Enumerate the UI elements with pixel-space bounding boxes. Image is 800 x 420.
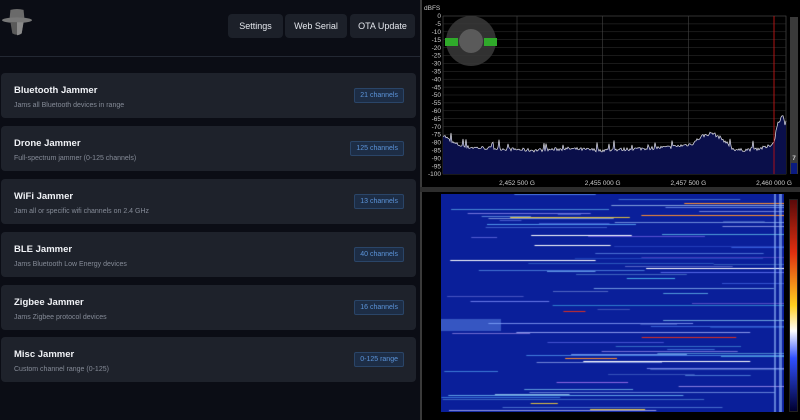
spectrum-panel: dBFS 0 -5 -10 -15 -20 -25 -30 -35 -40 -45 -50 -55 -60… xyxy=(420,0,800,420)
jammer-card-drone[interactable]: Drone Jammer Full-spectrum jammer (0-125 … xyxy=(1,126,416,171)
channel-badge: 0-125 range xyxy=(354,352,404,367)
panel-divider xyxy=(420,187,800,192)
y-tick-label: -5 xyxy=(435,21,441,28)
y-tick-label: -65 xyxy=(432,116,442,123)
y-tick-label: -60 xyxy=(432,108,442,115)
jammer-description: Jams all Bluetooth devices in range xyxy=(14,102,125,109)
jammer-card-bluetooth[interactable]: Bluetooth Jammer Jams all Bluetooth devic… xyxy=(1,73,416,118)
web-serial-button[interactable]: Web Serial xyxy=(285,14,347,38)
jammer-panel: Settings Web Serial OTA Update Bluetooth… xyxy=(0,0,420,420)
level-value: 7 xyxy=(792,155,796,162)
jammer-card-zigbee[interactable]: Zigbee Jammer Jams Zigbee protocol device… xyxy=(1,285,416,330)
level-bar-fill xyxy=(791,163,797,174)
jammer-card-misc[interactable]: Misc Jammer Custom channel range (0-125) 0… xyxy=(1,337,416,382)
jammer-title: Bluetooth Jammer xyxy=(14,85,98,96)
y-tick-label: -45 xyxy=(432,84,442,91)
y-tick-label: -30 xyxy=(432,61,442,68)
jammer-title: Misc Jammer xyxy=(14,349,75,360)
jammer-title: WiFi Jammer xyxy=(14,191,74,202)
y-tick-label: -80 xyxy=(432,140,442,147)
y-tick-label: -20 xyxy=(432,45,442,52)
jammer-title: Zigbee Jammer xyxy=(14,297,84,308)
jammer-description: Custom channel range (0-125) xyxy=(14,366,109,373)
jammer-title: Drone Jammer xyxy=(14,138,81,149)
jammer-card-wifi[interactable]: WiFi Jammer Jam all or specific wifi chan… xyxy=(1,179,416,224)
channel-badge: 40 channels xyxy=(354,247,404,262)
y-tick-label: -15 xyxy=(432,37,442,44)
y-tick-label: -85 xyxy=(432,148,442,155)
x-tick-label: 2,457 500 G xyxy=(670,180,706,187)
header-divider xyxy=(0,56,420,57)
y-tick-label: -100 xyxy=(428,171,441,178)
dial-right-segment xyxy=(484,38,497,46)
y-axis-unit: dBFS xyxy=(424,5,441,12)
jammer-title: BLE Jammer xyxy=(14,244,73,255)
spectrum-plot[interactable]: dBFS0-5-10-15-20-25-30-35-40-45-50-55-60… xyxy=(422,0,800,190)
y-tick-label: 0 xyxy=(437,13,441,20)
x-tick-label: 2,460 000 G xyxy=(756,180,792,187)
x-tick-label: 2,452 500 G xyxy=(499,180,535,187)
jammer-description: Jams Bluetooth Low Energy devices xyxy=(14,261,127,268)
y-tick-label: -55 xyxy=(432,100,442,107)
level-bar xyxy=(790,17,798,174)
channel-badge: 16 channels xyxy=(354,300,404,315)
y-tick-label: -90 xyxy=(432,155,442,162)
ota-update-button[interactable]: OTA Update xyxy=(350,14,415,38)
logo-icon xyxy=(2,8,32,36)
y-tick-label: -40 xyxy=(432,76,442,83)
y-tick-label: -50 xyxy=(432,92,442,99)
waterfall-colorbar xyxy=(789,199,798,412)
jammer-card-ble[interactable]: BLE Jammer Jams Bluetooth Low Energy devi… xyxy=(1,232,416,277)
y-tick-label: -70 xyxy=(432,124,442,131)
x-tick-label: 2,455 000 G xyxy=(585,180,621,187)
settings-button[interactable]: Settings xyxy=(228,14,283,38)
y-tick-label: -75 xyxy=(432,132,442,139)
dial-left-segment xyxy=(445,38,458,46)
jammer-description: Full-spectrum jammer (0-125 channels) xyxy=(14,155,137,162)
channel-badge: 125 channels xyxy=(350,141,404,156)
channel-badge: 21 channels xyxy=(354,88,404,103)
jammer-description: Jam all or specific wifi channels on 2.4… xyxy=(14,208,149,215)
dial-knob xyxy=(459,29,483,53)
y-tick-label: -10 xyxy=(432,29,442,36)
y-tick-label: -25 xyxy=(432,53,442,60)
channel-badge: 13 channels xyxy=(354,194,404,209)
y-tick-label: -35 xyxy=(432,69,442,76)
waterfall[interactable] xyxy=(441,194,784,412)
y-tick-label: -95 xyxy=(432,163,442,170)
jammer-description: Jams Zigbee protocol devices xyxy=(14,314,107,321)
